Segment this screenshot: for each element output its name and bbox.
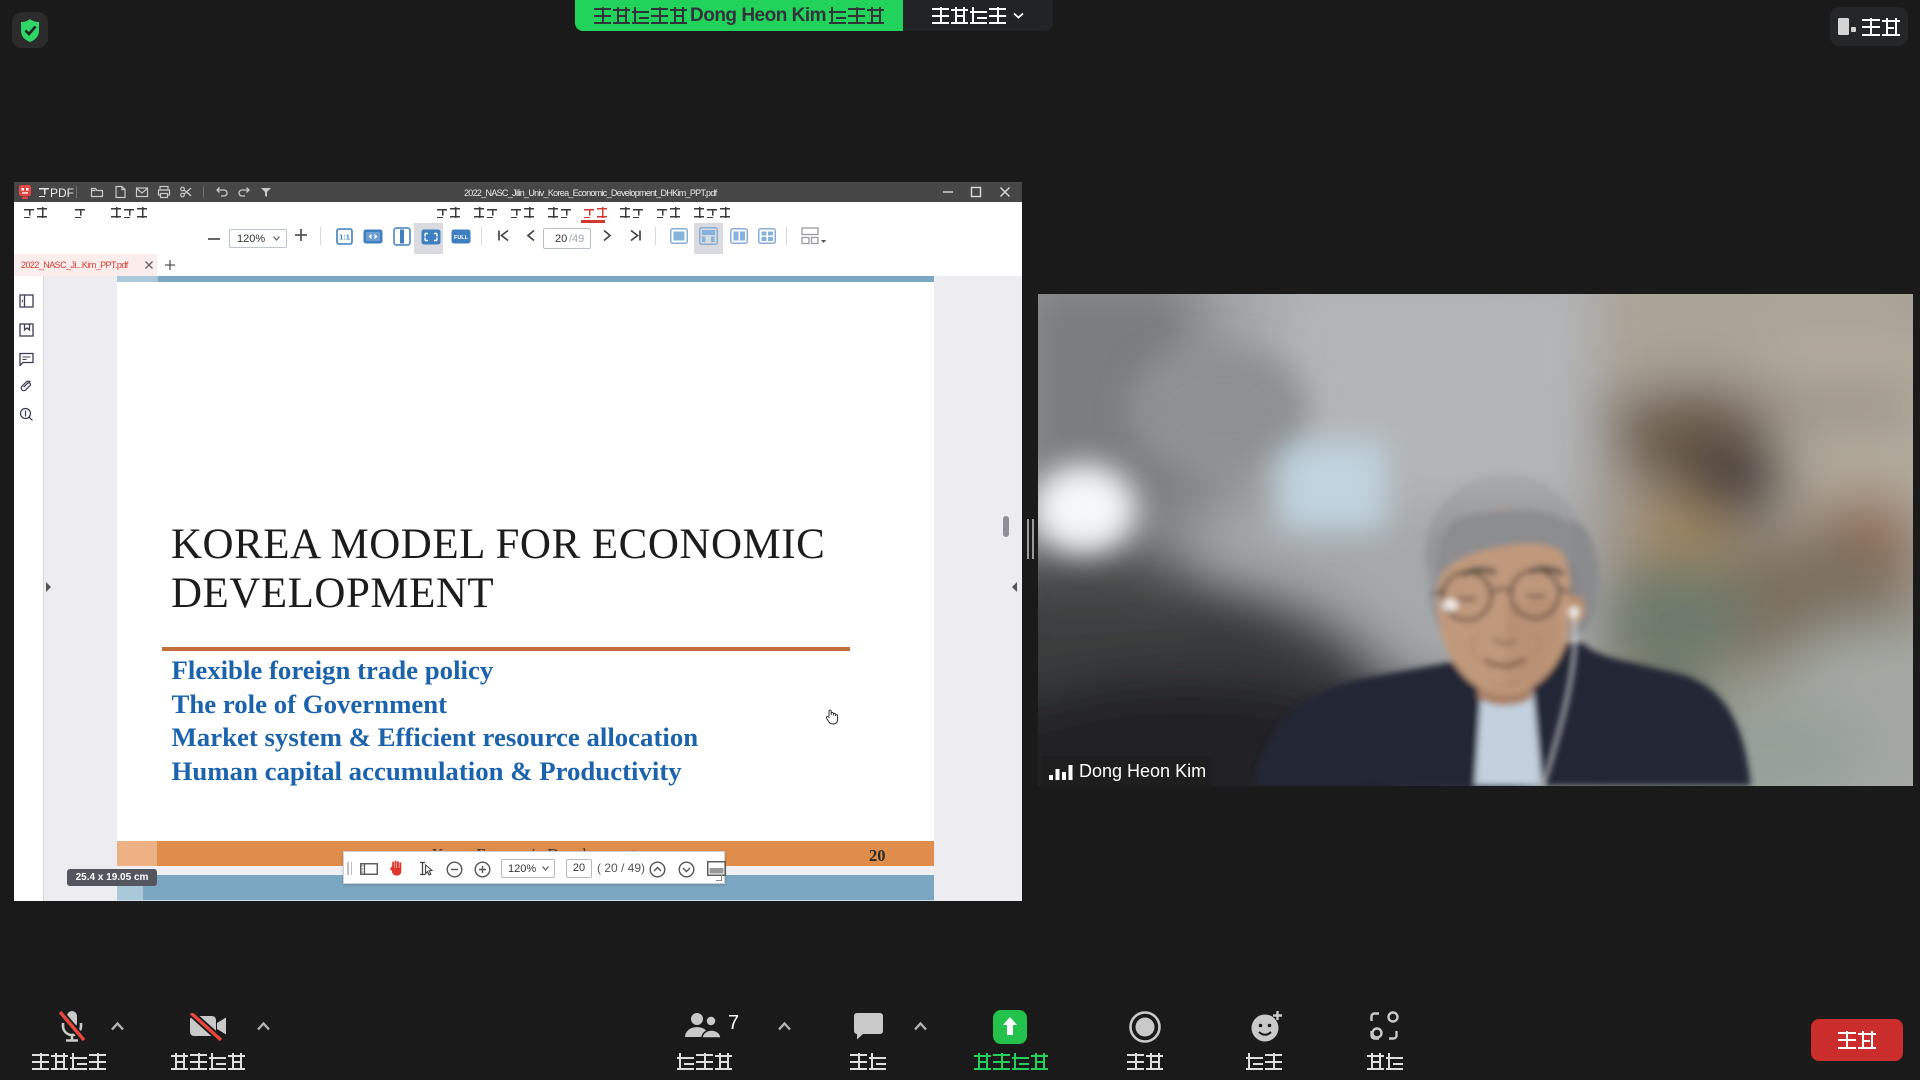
svg-text:1:1: 1:1 — [339, 232, 350, 241]
svg-text:Dong Heon Kim: Dong Heon Kim — [1079, 761, 1206, 781]
svg-text:FULL: FULL — [454, 235, 469, 241]
